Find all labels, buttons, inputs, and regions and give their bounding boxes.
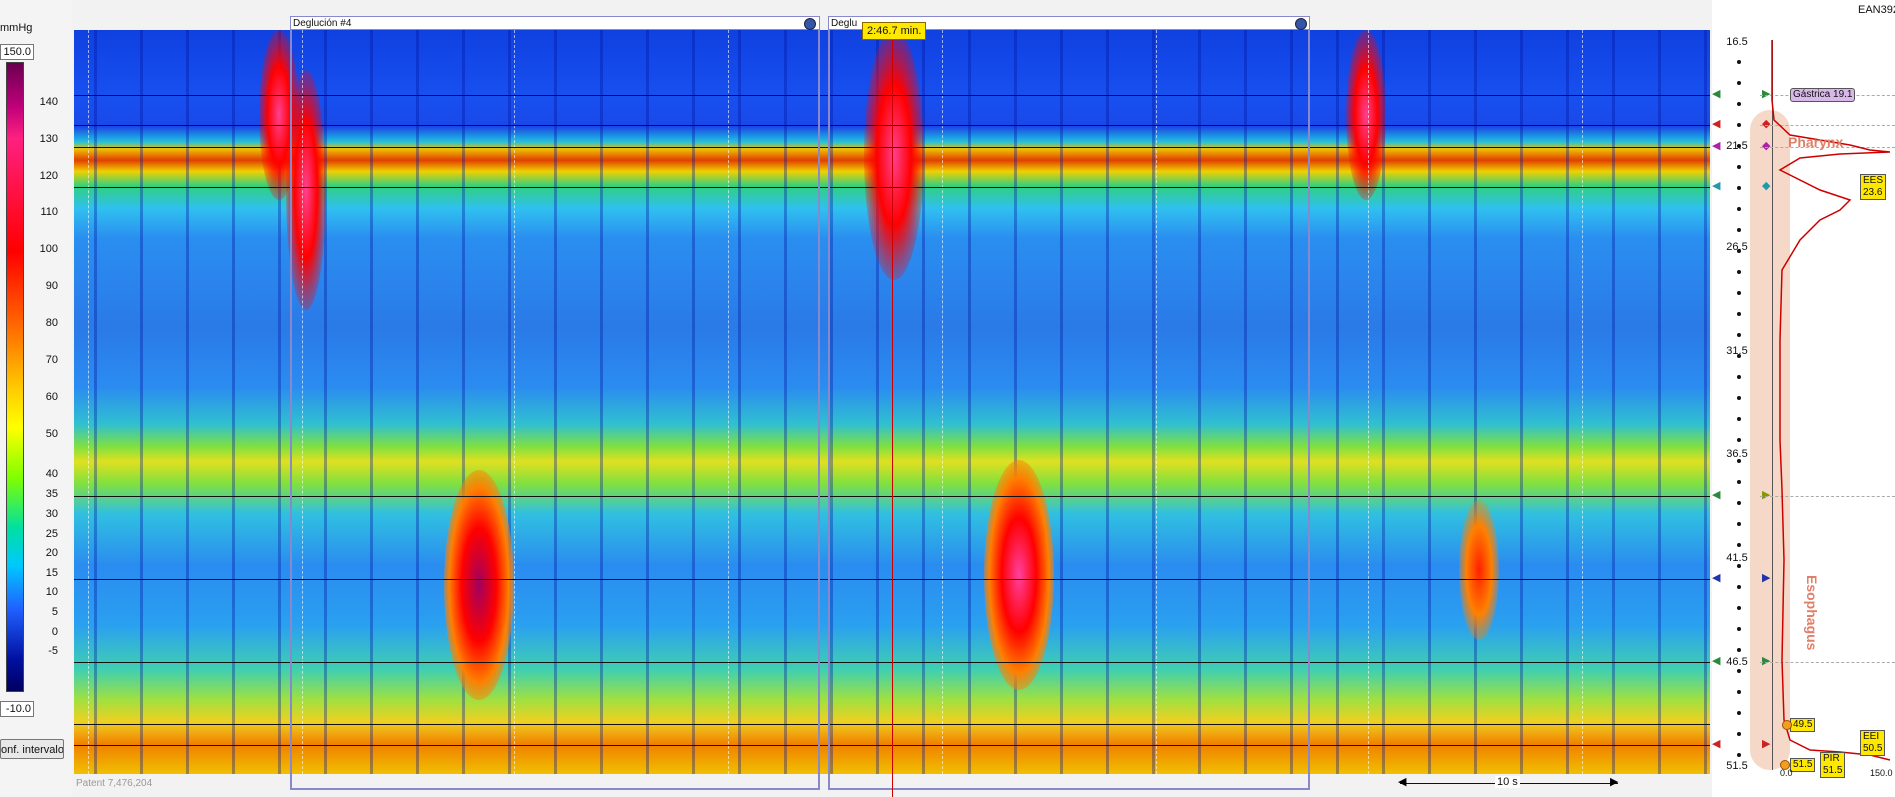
sensor-dot bbox=[1737, 564, 1741, 568]
color-scale-bar bbox=[6, 62, 24, 692]
region-esophagus-label: Esophagus bbox=[1804, 575, 1820, 651]
sensor-dot bbox=[1737, 312, 1741, 316]
profile-axis-max: 150.0 bbox=[1870, 768, 1893, 778]
marker-left-icon[interactable]: ◀ bbox=[1712, 119, 1720, 130]
scale-tick-label: 0 bbox=[51, 626, 58, 638]
sensor-dot bbox=[1737, 606, 1741, 610]
scale-tick-label: 50 bbox=[45, 428, 58, 440]
sensor-dot bbox=[1737, 228, 1741, 232]
depth-label: 41.5 bbox=[1726, 552, 1748, 564]
scale-tick-label: -5 bbox=[48, 645, 58, 657]
pir-tag[interactable]: PIR 51.5 bbox=[1820, 752, 1846, 778]
patent-label: Patent 7,476,204 bbox=[76, 778, 153, 789]
scale-tick-label: 15 bbox=[45, 567, 58, 579]
profile-axis-min: 0.0 bbox=[1780, 768, 1793, 778]
handle-dot-icon[interactable] bbox=[1782, 720, 1792, 730]
scale-tick-label: 40 bbox=[45, 468, 58, 480]
marker-left-icon[interactable]: ◀ bbox=[1712, 739, 1720, 750]
scale-arrow-left-icon: ◀ bbox=[1398, 776, 1407, 788]
scale-tick-label: 70 bbox=[45, 354, 58, 366]
scale-tick-label: 90 bbox=[45, 280, 58, 292]
eei-tag[interactable]: EEI 50.5 bbox=[1860, 730, 1886, 756]
swallow-label-4: Deglución #4 bbox=[290, 16, 820, 30]
swallow-settings-icon[interactable] bbox=[804, 18, 816, 30]
sensor-dot bbox=[1737, 543, 1741, 547]
sensor-dot bbox=[1737, 480, 1741, 484]
depth-label: 51.5 bbox=[1726, 760, 1748, 772]
sensor-dot bbox=[1737, 270, 1741, 274]
swallow-frame-5[interactable] bbox=[828, 16, 1310, 790]
sensor-dot bbox=[1737, 144, 1741, 148]
pressure-blob bbox=[1459, 500, 1499, 640]
swallow-settings-icon[interactable] bbox=[1295, 18, 1307, 30]
marker-left-icon[interactable]: ◀ bbox=[1712, 490, 1720, 501]
sensor-dot bbox=[1737, 102, 1741, 106]
depth-label: 16.5 bbox=[1726, 36, 1748, 48]
time-scale-label: 10 s bbox=[1495, 776, 1520, 788]
sensor-dot bbox=[1737, 354, 1741, 358]
depth-label: 36.5 bbox=[1726, 448, 1748, 460]
scale-tick-label: 130 bbox=[39, 133, 58, 145]
depth-label: 46.5 bbox=[1726, 656, 1748, 668]
sensor-dot bbox=[1737, 81, 1741, 85]
marker-left-icon[interactable]: ◀ bbox=[1712, 656, 1720, 667]
scale-tick-label: 120 bbox=[39, 170, 58, 182]
sensor-dot bbox=[1737, 459, 1741, 463]
swallow-frame-4[interactable] bbox=[290, 16, 820, 790]
scale-unit-label: mmHg bbox=[0, 22, 33, 34]
scale-arrow-right-icon: ▶ bbox=[1610, 776, 1619, 788]
pressure-blob bbox=[1346, 30, 1386, 200]
sensor-dot bbox=[1737, 186, 1741, 190]
sensor-dot bbox=[1737, 207, 1741, 211]
scale-tick-label: 20 bbox=[45, 547, 58, 559]
scale-tick-label: 30 bbox=[45, 508, 58, 520]
catheter-id-label: EAN392 bbox=[1858, 4, 1895, 16]
time-cursor-label: 2:46.7 min. bbox=[862, 22, 927, 40]
sensor-dot bbox=[1737, 732, 1741, 736]
scale-tick-label: 10 bbox=[45, 586, 58, 598]
gastrica-tag[interactable]: Gástrica 19.1 bbox=[1790, 88, 1856, 102]
marker-left-icon[interactable]: ◀ bbox=[1712, 89, 1720, 100]
sensor-dot bbox=[1737, 291, 1741, 295]
scale-max-input[interactable]: 150.0 bbox=[0, 44, 34, 60]
sensor-dot bbox=[1737, 375, 1741, 379]
time-cursor-line[interactable] bbox=[892, 22, 893, 797]
sensor-dot bbox=[1737, 753, 1741, 757]
sensor-dot bbox=[1737, 585, 1741, 589]
conf-intervalo-button[interactable]: onf. intervalo bbox=[0, 739, 64, 759]
marker-left-icon[interactable]: ◀ bbox=[1712, 141, 1720, 152]
scale-tick-label: 60 bbox=[45, 391, 58, 403]
sensor-dot bbox=[1737, 333, 1741, 337]
marker-tag[interactable]: 49.5 bbox=[1790, 718, 1816, 732]
scale-tick-label: 25 bbox=[45, 528, 58, 540]
sensor-dot bbox=[1737, 165, 1741, 169]
sensor-dot bbox=[1737, 417, 1741, 421]
scale-tick-label: 80 bbox=[45, 317, 58, 329]
scale-tick-label: 110 bbox=[40, 206, 58, 218]
scale-tick-label: 140 bbox=[39, 96, 58, 108]
marker-left-icon[interactable]: ◀ bbox=[1712, 181, 1720, 192]
scale-tick-label: 100 bbox=[39, 243, 58, 255]
sensor-dot bbox=[1737, 690, 1741, 694]
ees-tag[interactable]: EES 23.6 bbox=[1860, 174, 1887, 200]
sensor-dot bbox=[1737, 711, 1741, 715]
sensor-dot bbox=[1737, 669, 1741, 673]
marker-tag[interactable]: 51.5 bbox=[1790, 758, 1816, 772]
sensor-dot bbox=[1737, 627, 1741, 631]
sensor-dot bbox=[1737, 123, 1741, 127]
sensor-dot bbox=[1737, 522, 1741, 526]
region-pharynx-label: Pharynx bbox=[1788, 134, 1844, 150]
sensor-dot bbox=[1737, 438, 1741, 442]
scale-min-input[interactable]: -10.0 bbox=[0, 701, 34, 717]
sensor-dot bbox=[1737, 501, 1741, 505]
sensor-dot bbox=[1737, 249, 1741, 253]
scale-tick-label: 5 bbox=[51, 606, 58, 618]
sensor-dot bbox=[1737, 648, 1741, 652]
marker-left-icon[interactable]: ◀ bbox=[1712, 573, 1720, 584]
sensor-dot bbox=[1737, 60, 1741, 64]
sensor-dot bbox=[1737, 396, 1741, 400]
scale-tick-label: 35 bbox=[45, 488, 58, 500]
